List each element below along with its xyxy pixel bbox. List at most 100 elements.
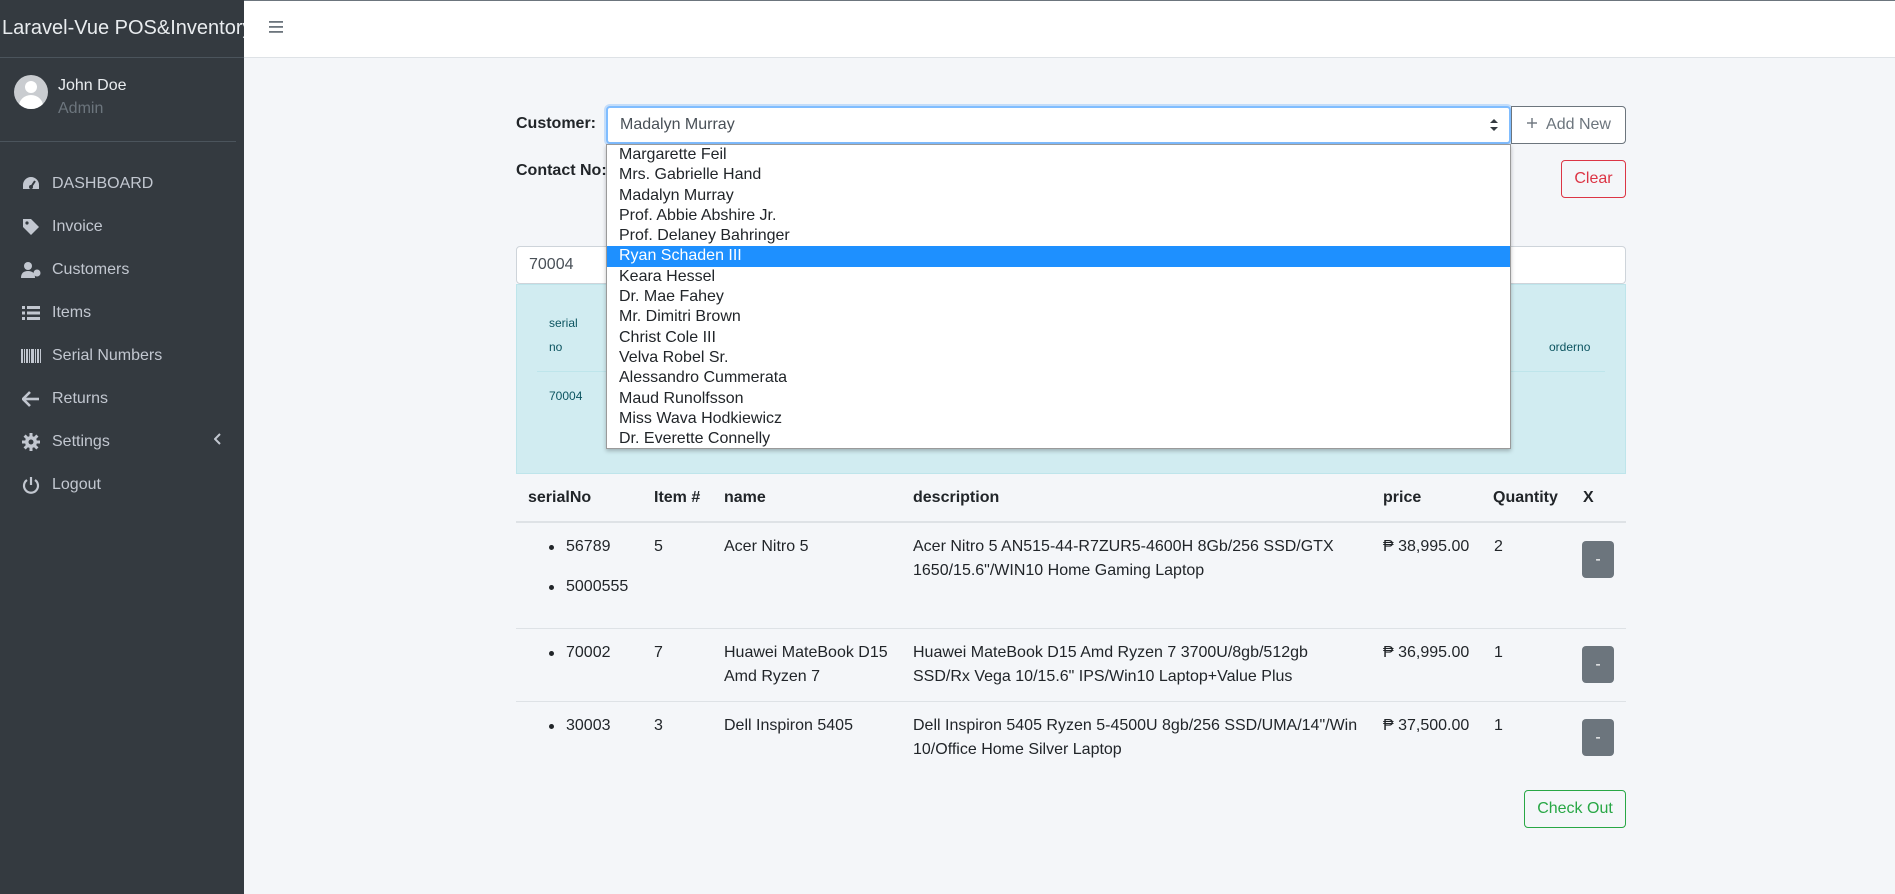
item-number: 7 [654,644,663,661]
sidebar-item-returns[interactable]: Returns [0,377,244,420]
select-caret-icon [1489,118,1499,137]
serial-list: 70002 [548,641,611,681]
serial-list: 30003 [548,714,611,754]
item-description-line2: 1650/15.6"/WIN10 Home Gaming Laptop [913,562,1205,579]
list-icon [20,303,42,323]
remove-item-button[interactable]: - [1582,646,1614,683]
sidebar-item-label: Settings [52,432,110,450]
customer-option[interactable]: Mrs. Gabrielle Hand [607,165,1510,185]
add-new-label: Add New [1546,116,1611,133]
item-price: ₱ 37,500.00 [1383,717,1470,734]
customer-option[interactable]: Alessandro Cummerata [607,368,1510,388]
plus-icon [1526,116,1538,134]
sidebar-item-invoice[interactable]: Invoice [0,205,244,248]
item-name-line2: Amd Ryzen 7 [724,668,821,685]
serial-item: 5000555 [548,575,628,599]
item-price: ₱ 38,995.00 [1383,538,1470,555]
customer-dropdown-list: Margarette Feil Mrs. Gabrielle Hand Mada… [606,144,1511,449]
sidebar-item-label: Invoice [52,217,103,235]
sidebar-item-serial-numbers[interactable]: Serial Numbers [0,334,244,377]
sidebar-item-label: DASHBOARD [52,174,154,192]
header-name: name [724,489,766,506]
remove-item-button[interactable]: - [1582,719,1614,756]
header-description: description [913,489,1000,506]
clear-button[interactable]: Clear [1561,160,1626,198]
item-description-line1: Huawei MateBook D15 Amd Ryzen 7 3700U/8g… [913,644,1308,661]
remove-item-button[interactable]: - [1582,541,1614,578]
customer-option[interactable]: Maud Runolfsson [607,389,1510,409]
sidebar-item-settings[interactable]: Settings [0,420,244,463]
item-description-line1: Dell Inspiron 5405 Ryzen 5-4500U 8gb/256… [913,717,1358,734]
item-description-line2: SSD/Rx Vega 10/15.6" IPS/Win10 Laptop+Va… [913,668,1293,685]
table-row: 70002 7 Huawei MateBook D15 Amd Ryzen 7 … [516,629,1626,702]
arrow-left-icon [20,389,42,409]
item-number: 3 [654,717,663,734]
result-serial-value[interactable]: 70004 [549,389,582,403]
result-header-serial-no: no [549,340,563,354]
checkout-button[interactable]: Check Out [1524,790,1626,828]
add-new-button[interactable]: Add New [1511,106,1626,144]
users-icon [20,260,42,280]
sidebar-nav: DASHBOARD Invoice Customers Items Serial… [0,162,244,506]
header-quantity: Quantity [1493,489,1558,506]
brand-title[interactable]: Laravel-Vue POS&Inventory [0,0,253,58]
result-header-orderno: orderno [1549,340,1591,354]
sidebar-item-logout[interactable]: Logout [0,463,244,506]
table-row: 30003 3 Dell Inspiron 5405 Dell Inspiron… [516,702,1626,775]
item-description-line1: Acer Nitro 5 AN515-44-R7ZUR5-4600H 8Gb/2… [913,538,1334,555]
gear-icon [20,432,42,452]
serial-list: 56789 5000555 [548,535,628,615]
customer-option[interactable]: Velva Robel Sr. [607,348,1510,368]
chevron-left-icon [213,432,222,450]
result-header-serial: serial [549,316,578,330]
item-name-line1: Huawei MateBook D15 [724,644,888,661]
header-item: Item # [654,489,701,506]
header-serial: serialNo [528,489,592,506]
speedometer-icon [20,174,42,194]
customer-option[interactable]: Keara Hessel [607,267,1510,287]
user-name[interactable]: John Doe [58,76,127,96]
sidebar-item-dashboard[interactable]: DASHBOARD [0,162,244,205]
customer-select-value: Madalyn Murray [620,116,735,133]
customer-option[interactable]: Madalyn Murray [607,186,1510,206]
barcode-icon [20,346,42,366]
user-role: Admin [58,100,104,117]
customer-option[interactable]: Margarette Feil [607,145,1510,165]
customer-option[interactable]: Miss Wava Hodkiewicz [607,409,1510,429]
serial-item: 56789 [548,535,628,559]
sidebar-item-label: Serial Numbers [52,346,163,364]
customer-option[interactable]: Christ Cole III [607,328,1510,348]
sidebar: Laravel-Vue POS&Inventory John Doe Admin… [0,0,253,894]
customer-option-highlighted[interactable]: Ryan Schaden III [607,246,1510,267]
cart-table: serialNo Item # name description price Q… [516,480,1626,775]
customer-option[interactable]: Dr. Mae Fahey [607,287,1510,307]
sidebar-item-label: Logout [52,475,101,493]
item-price: ₱ 36,995.00 [1383,644,1470,661]
serial-item: 30003 [548,714,611,738]
header-price: price [1383,489,1422,506]
hamburger-menu-icon[interactable] [268,20,284,39]
contact-label: Contact No: [516,162,607,179]
item-name: Acer Nitro 5 [724,538,809,555]
table-header: serialNo Item # name description price Q… [516,480,1626,523]
sidebar-item-label: Items [52,303,92,321]
item-name: Dell Inspiron 5405 [724,717,853,734]
tag-icon [20,217,42,237]
item-quantity: 1 [1494,644,1503,661]
topbar [244,0,1895,58]
sidebar-item-items[interactable]: Items [0,291,244,334]
serial-item: 70002 [548,641,611,665]
customer-option[interactable]: Prof. Abbie Abshire Jr. [607,206,1510,226]
sidebar-item-label: Customers [52,260,130,278]
power-icon [20,475,42,495]
customer-option[interactable]: Dr. Everette Connelly [607,429,1510,448]
header-x: X [1583,489,1594,506]
sidebar-item-label: Returns [52,389,109,407]
user-panel: John Doe Admin [0,58,236,142]
customer-option[interactable]: Prof. Delaney Bahringer [607,226,1510,246]
customer-select[interactable]: Madalyn Murray [606,106,1511,144]
avatar [14,75,48,109]
customer-label: Customer: [516,115,597,132]
sidebar-item-customers[interactable]: Customers [0,248,244,291]
customer-option[interactable]: Mr. Dimitri Brown [607,307,1510,327]
